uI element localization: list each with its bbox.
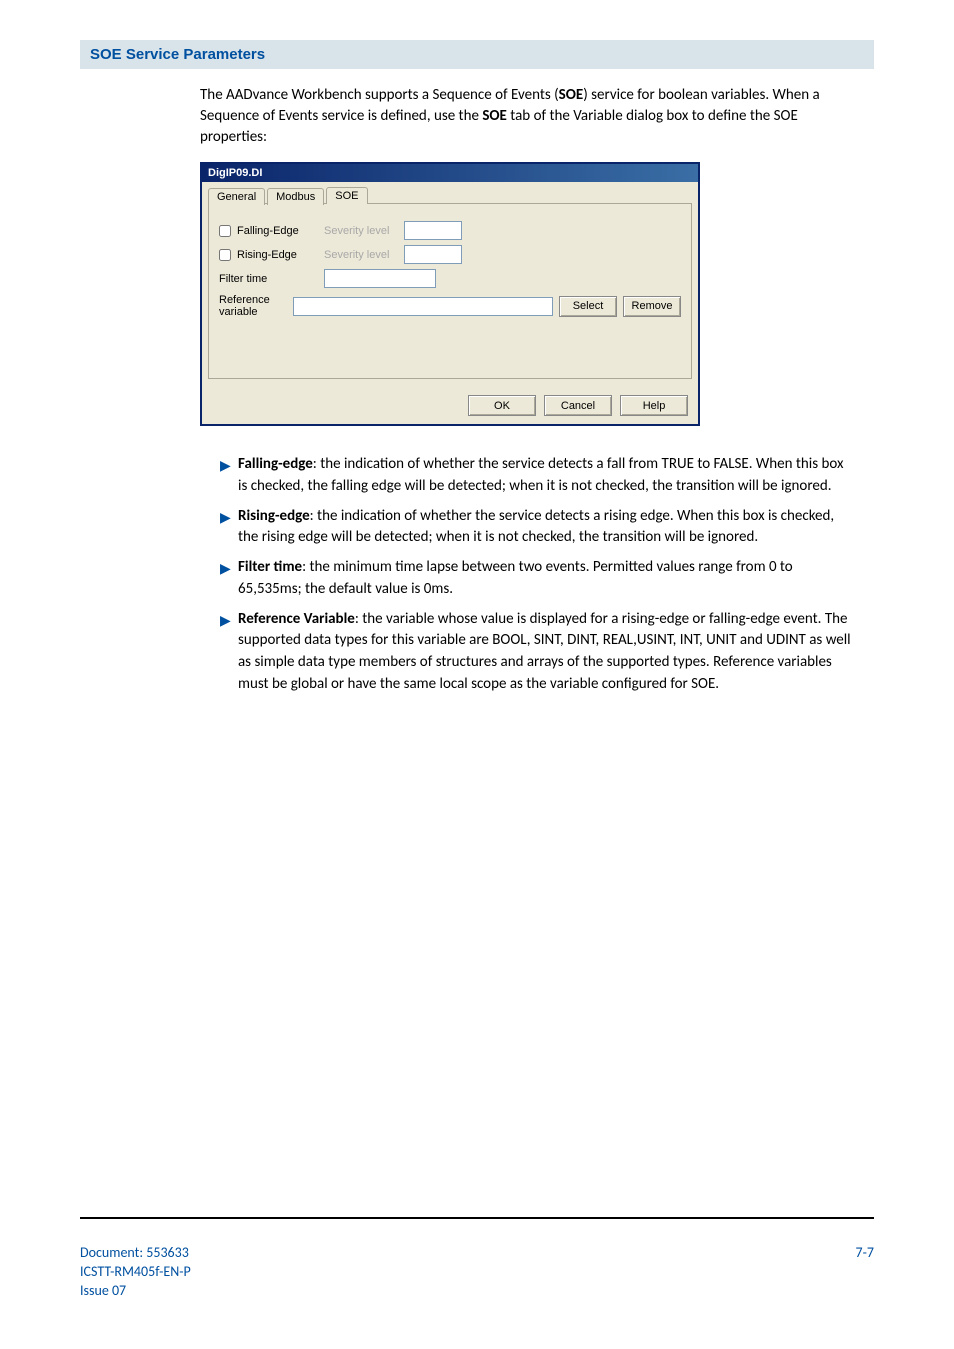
falling-severity-input[interactable] bbox=[404, 221, 462, 240]
intro-pre: The AADvance Workbench supports a Sequen… bbox=[200, 86, 559, 104]
doc-line-1: Document: 553633 bbox=[80, 1244, 191, 1263]
arrow-icon: ▶ bbox=[220, 609, 238, 696]
dialog-footer: OK Cancel Help bbox=[202, 387, 698, 424]
rising-severity-input[interactable] bbox=[404, 245, 462, 264]
falling-edge-label: Falling-Edge bbox=[237, 225, 299, 237]
select-button[interactable]: Select bbox=[559, 296, 617, 317]
tab-general[interactable]: General bbox=[208, 188, 265, 205]
arrow-icon: ▶ bbox=[220, 454, 238, 498]
reference-label: Reference variable bbox=[219, 294, 287, 318]
remove-button[interactable]: Remove bbox=[623, 296, 681, 317]
doc-line-2: ICSTT-RM405f-EN-P bbox=[80, 1263, 191, 1282]
tab-panel-soe: Falling-Edge Severity level Rising-Edge … bbox=[208, 203, 692, 379]
soe-dialog: DigIP09.DI General Modbus SOE Falling-Ed… bbox=[200, 162, 700, 426]
dialog-title: DigIP09.DI bbox=[202, 164, 698, 182]
severity-label-1: Severity level bbox=[324, 225, 404, 237]
bullet-term: Rising-edge bbox=[238, 507, 310, 525]
tab-soe[interactable]: SOE bbox=[326, 187, 367, 204]
bullet-filter-time: ▶ Filter time: the minimum time lapse be… bbox=[220, 557, 854, 601]
bullet-text: : the minimum time lapse between two eve… bbox=[238, 558, 793, 598]
reference-input[interactable] bbox=[293, 297, 553, 316]
rising-edge-checkbox[interactable] bbox=[219, 249, 231, 261]
bullet-text: : the indication of whether the service … bbox=[238, 455, 844, 495]
bullet-list: ▶ Falling-edge: the indication of whethe… bbox=[220, 454, 854, 696]
help-button[interactable]: Help bbox=[620, 395, 688, 416]
bullet-text: : the indication of whether the service … bbox=[238, 507, 834, 547]
page-number: 7-7 bbox=[856, 1244, 874, 1261]
falling-edge-checkbox[interactable] bbox=[219, 225, 231, 237]
intro-soe1: SOE bbox=[559, 86, 584, 104]
filter-time-input[interactable] bbox=[324, 269, 436, 288]
bullet-term: Reference Variable bbox=[238, 610, 355, 628]
doc-info: Document: 553633 ICSTT-RM405f-EN-P Issue… bbox=[80, 1244, 191, 1301]
bullet-term: Falling-edge bbox=[238, 455, 313, 473]
dialog-body: General Modbus SOE Falling-Edge Severity… bbox=[202, 182, 698, 387]
page-footer: Document: 553633 ICSTT-RM405f-EN-P Issue… bbox=[80, 1244, 874, 1301]
bullet-term: Filter time bbox=[238, 558, 302, 576]
tab-modbus[interactable]: Modbus bbox=[267, 188, 324, 205]
bullet-rising-edge: ▶ Rising-edge: the indication of whether… bbox=[220, 506, 854, 550]
row-filter-time: Filter time bbox=[219, 269, 681, 288]
arrow-icon: ▶ bbox=[220, 506, 238, 550]
rising-edge-label: Rising-Edge bbox=[237, 249, 297, 261]
intro-soe2: SOE bbox=[482, 107, 507, 125]
filter-time-label: Filter time bbox=[219, 273, 324, 285]
ok-button[interactable]: OK bbox=[468, 395, 536, 416]
severity-label-2: Severity level bbox=[324, 249, 404, 261]
tab-strip: General Modbus SOE bbox=[208, 186, 692, 203]
section-heading: SOE Service Parameters bbox=[80, 40, 874, 69]
row-rising-edge: Rising-Edge Severity level bbox=[219, 245, 681, 264]
cancel-button[interactable]: Cancel bbox=[544, 395, 612, 416]
intro-paragraph: The AADvance Workbench supports a Sequen… bbox=[200, 85, 854, 148]
row-reference-variable: Reference variable Select Remove bbox=[219, 294, 681, 318]
bullet-reference-variable: ▶ Reference Variable: the variable whose… bbox=[220, 609, 854, 696]
doc-line-3: Issue 07 bbox=[80, 1282, 191, 1301]
row-falling-edge: Falling-Edge Severity level bbox=[219, 221, 681, 240]
footer-rule bbox=[80, 1217, 874, 1219]
arrow-icon: ▶ bbox=[220, 557, 238, 601]
bullet-falling-edge: ▶ Falling-edge: the indication of whethe… bbox=[220, 454, 854, 498]
